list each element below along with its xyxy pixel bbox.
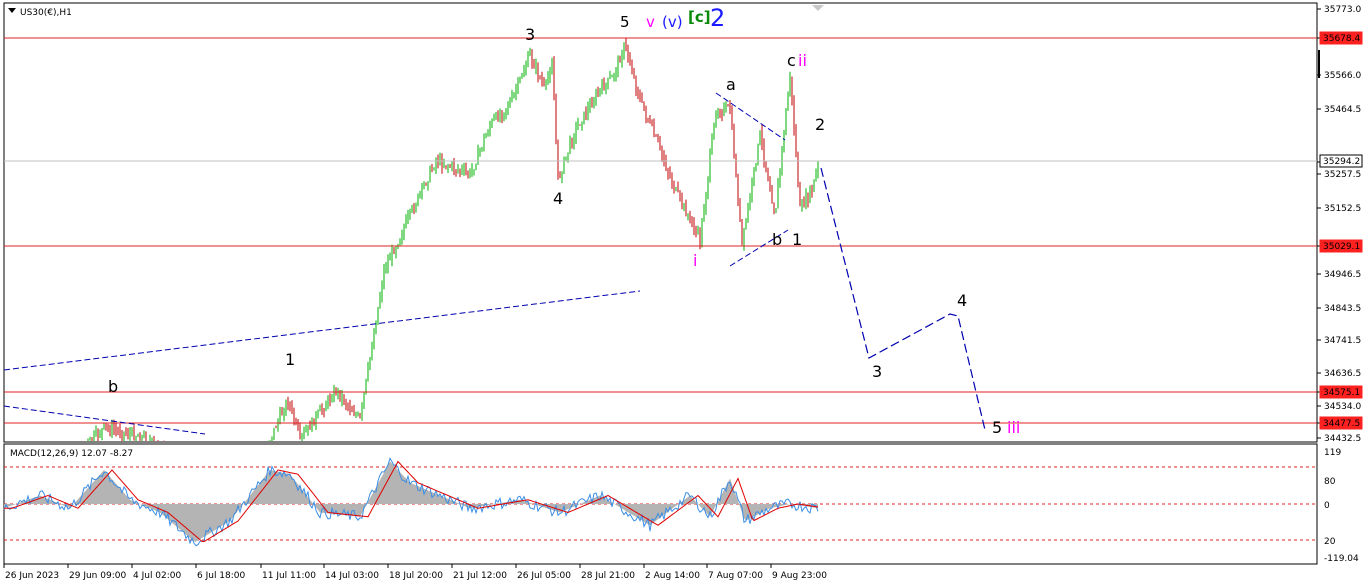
wave-label: c: [787, 51, 796, 70]
wave-label: 1: [285, 350, 295, 369]
time-tick-label: 26 Jun 2023: [5, 571, 59, 581]
price-tick-label: 34636.5: [1324, 369, 1361, 379]
time-tick-label: 29 Jun 09:00: [69, 571, 126, 581]
wave-label: 5: [992, 418, 1002, 437]
wave-label: ii: [798, 51, 807, 70]
macd-label: MACD(12,26,9) 12.07 -8.27: [10, 449, 133, 459]
macd-tick-label: 80: [1324, 477, 1336, 487]
time-tick-label: 28 Jul 21:00: [581, 571, 635, 581]
price-tick-label: 34432.5: [1324, 434, 1361, 444]
header-wave-mark: [c]: [688, 8, 711, 26]
header-wave-mark: 5: [620, 13, 630, 31]
price-tick-label: 35464.5: [1324, 105, 1361, 115]
header-wave-mark: (v): [662, 13, 683, 31]
price-tick-label: 35566.0: [1324, 71, 1361, 81]
wave-label: 3: [872, 362, 882, 381]
header-wave-mark: v: [646, 13, 655, 31]
time-tick-label: 26 Jul 05:00: [517, 571, 571, 581]
price-tag-label: 35294.2: [1323, 157, 1360, 167]
wave-label: 1: [792, 230, 802, 249]
time-tick-label: 18 Jul 20:00: [389, 571, 443, 581]
price-tick-label: 35152.5: [1324, 204, 1361, 214]
wave-label: b: [108, 377, 118, 396]
wave-label: 3: [525, 25, 535, 44]
price-tag-label: 34477.5: [1323, 419, 1360, 429]
wave-label: b: [772, 230, 782, 249]
header-wave-mark: 2: [710, 4, 725, 32]
price-axis[interactable]: 35773.0 35678.4 35566.0 35464.5 35294.2 35257…: [1317, 5, 1363, 444]
time-tick-label: 9 Aug 23:00: [772, 571, 827, 581]
macd-tick-label: 119: [1324, 448, 1341, 458]
price-panel: [3, 2, 1318, 443]
time-tick-label: 11 Jul 11:00: [262, 571, 316, 581]
price-tag-label: 35678.4: [1323, 34, 1360, 44]
macd-tick-label: -119.04: [1324, 554, 1359, 564]
price-tick-label: 35257.5: [1324, 170, 1361, 180]
wave-label: 4: [957, 291, 967, 310]
wave-label: i: [693, 251, 697, 270]
wave-label: iii: [1007, 418, 1020, 437]
wave-label: a: [726, 75, 736, 94]
wave-label: 2: [815, 115, 825, 134]
macd-axis: 119 80 0 20 -119.04: [1324, 448, 1359, 564]
price-tick-label: 34843.5: [1324, 304, 1361, 314]
wave-label: 4: [553, 189, 563, 208]
scale-handle[interactable]: [1318, 50, 1320, 78]
time-tick-label: 7 Aug 07:00: [708, 571, 763, 581]
time-tick-label: 2 Aug 14:00: [645, 571, 700, 581]
price-tick-label: 35773.0: [1324, 5, 1361, 15]
price-tag-label: 34575.1: [1323, 388, 1360, 398]
price-tick-label: 34534.0: [1324, 402, 1361, 412]
time-tick-label: 4 Jul 02:00: [133, 571, 182, 581]
macd-tick-label: 0: [1324, 501, 1330, 511]
price-chart[interactable]: 35773.035678.435566.035464.535294.235257…: [0, 0, 1366, 588]
time-tick-label: 21 Jul 12:00: [453, 571, 507, 581]
price-tag-label: 35029.1: [1323, 242, 1360, 252]
time-tick-label: 6 Jul 18:00: [197, 571, 246, 581]
price-tick-label: 34946.5: [1324, 270, 1361, 280]
symbol-label: US30(€),H1: [20, 8, 72, 18]
macd-tick-label: 20: [1324, 537, 1336, 547]
time-tick-label: 14 Jul 03:00: [325, 571, 379, 581]
price-tick-label: 34741.5: [1324, 336, 1361, 346]
time-axis[interactable]: 26 Jun 2023 29 Jun 09:00 4 Jul 02:00 6 Jul …: [3, 564, 827, 581]
